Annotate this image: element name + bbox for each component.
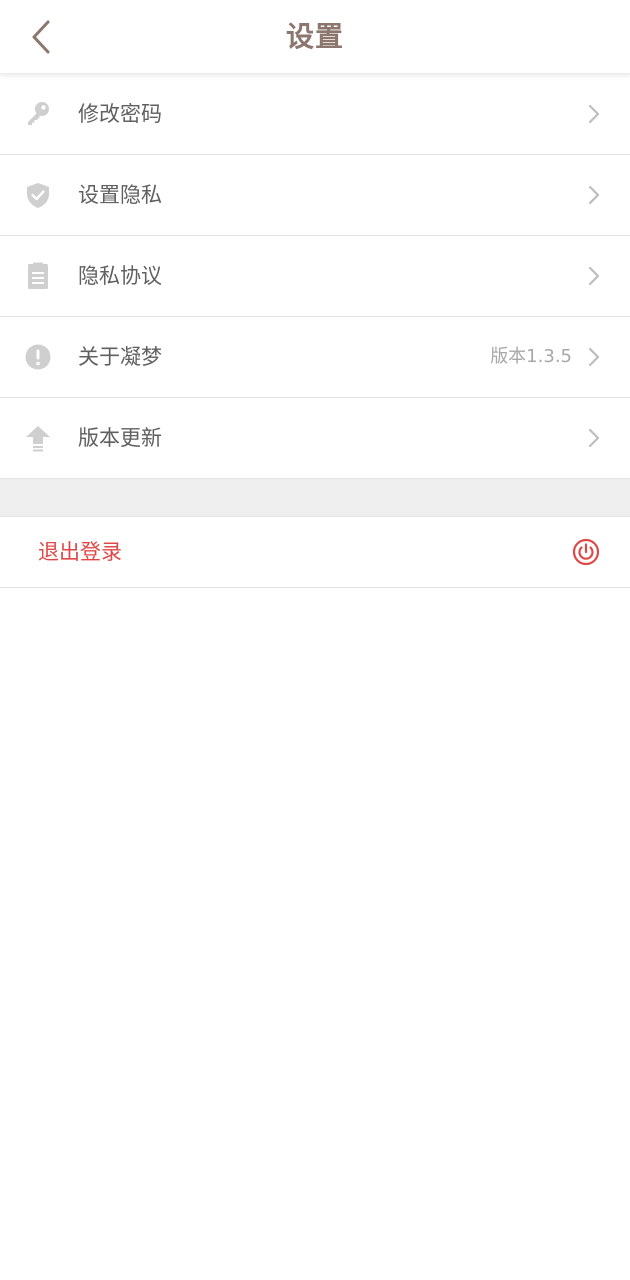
key-icon — [24, 100, 52, 128]
version-text: 版本1.3.5 — [490, 346, 572, 367]
chevron-right-icon — [588, 428, 600, 448]
menu-item-privacy-settings[interactable]: 设置隐私 — [0, 155, 630, 236]
menu-item-change-password[interactable]: 修改密码 — [0, 74, 630, 155]
menu-item-label: 隐私协议 — [78, 264, 162, 288]
chevron-right-icon — [588, 266, 600, 286]
chevron-right-icon — [588, 347, 600, 367]
power-icon — [572, 538, 600, 566]
page-title: 设置 — [285, 20, 344, 53]
logout-button[interactable]: 退出登录 — [0, 517, 630, 588]
settings-page: 设置 修改密码 设置隐私 隐私协议 关于凝梦 版本1.3.5 版本更新 退出登录 — [0, 0, 630, 1280]
settings-menu: 修改密码 设置隐私 隐私协议 关于凝梦 版本1.3.5 版本更新 — [0, 74, 630, 479]
chevron-right-icon — [588, 185, 600, 205]
menu-item-label: 关于凝梦 — [78, 345, 162, 369]
section-divider — [0, 479, 630, 517]
menu-item-about[interactable]: 关于凝梦 版本1.3.5 — [0, 317, 630, 398]
upload-arrow-icon — [24, 424, 52, 452]
chevron-right-icon — [588, 104, 600, 124]
logout-label: 退出登录 — [38, 540, 122, 564]
menu-item-label: 版本更新 — [78, 426, 162, 450]
menu-item-label: 设置隐私 — [78, 183, 162, 207]
menu-item-version-update[interactable]: 版本更新 — [0, 398, 630, 479]
top-bar: 设置 — [0, 0, 630, 74]
shield-check-icon — [24, 181, 52, 209]
menu-item-label: 修改密码 — [78, 102, 162, 126]
info-icon — [24, 343, 52, 371]
document-icon — [24, 262, 52, 290]
menu-item-privacy-agreement[interactable]: 隐私协议 — [0, 236, 630, 317]
